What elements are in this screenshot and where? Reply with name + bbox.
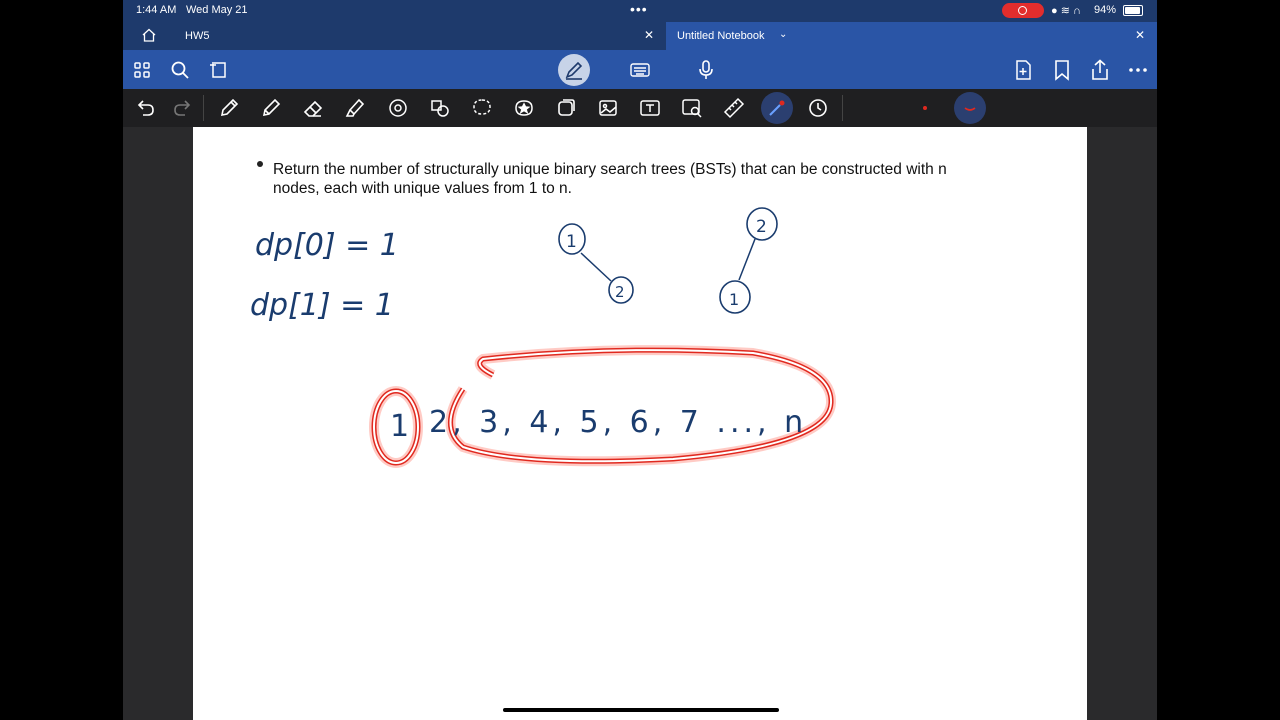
sequence-rest: 2, 3, 4, 5, 6, 7 ..., n: [429, 405, 807, 440]
image-search-icon[interactable]: [681, 97, 703, 119]
sequence-first: 1: [390, 409, 409, 444]
undo-icon[interactable]: [134, 97, 156, 119]
tab-hw5-label: HW5: [185, 30, 210, 42]
tree2-child-label: 1: [729, 290, 739, 309]
laser-pointer-selected[interactable]: [761, 92, 793, 124]
chevron-down-icon[interactable]: ⌄: [779, 29, 787, 40]
ruler-icon[interactable]: [723, 97, 745, 119]
redo-icon[interactable]: [172, 97, 194, 119]
battery-percent: 94%: [1094, 4, 1117, 16]
tree1-child-label: 2: [615, 283, 625, 301]
laser-style-button[interactable]: [954, 92, 986, 124]
timer-icon[interactable]: [807, 97, 829, 119]
laser-trail-icon: [964, 107, 976, 111]
tab-untitled-notebook[interactable]: Untitled Notebook ⌄ ✕: [666, 22, 1157, 50]
tab-bar: HW5 ✕ Untitled Notebook ⌄ ✕: [123, 22, 1157, 50]
laser-pointer-icon: [769, 100, 785, 116]
eraser-shape-icon[interactable]: [429, 97, 451, 119]
lasso-bookmark-icon[interactable]: [208, 59, 230, 81]
notebook-toolbar: [123, 50, 1157, 89]
drawing-toolbar: [123, 89, 1157, 127]
tab-untitled-close-icon[interactable]: ✕: [1135, 28, 1145, 42]
shapes-icon[interactable]: [387, 97, 409, 119]
ipad-screen: 1:44 AM Wed May 21 ••• ● ≋ ∩ 94% HW5 ✕ U…: [123, 0, 1157, 720]
textbox-icon[interactable]: [639, 97, 661, 119]
microphone-icon[interactable]: [695, 59, 717, 81]
status-date: Wed May 21: [186, 4, 248, 16]
more-icon[interactable]: [1127, 59, 1149, 81]
tree1-root-label: 1: [566, 232, 577, 252]
handwriting-layer: dp[0] = 1 dp[1] = 1 1 2 2 1 1 2, 3, 4, 5…: [250, 207, 836, 468]
keyboard-icon[interactable]: [629, 59, 651, 81]
screen-recording-icon[interactable]: [1002, 3, 1044, 18]
pen-icon[interactable]: [218, 97, 240, 119]
image-icon[interactable]: [597, 97, 619, 119]
highlighter-icon[interactable]: [344, 97, 366, 119]
share-icon[interactable]: [1089, 59, 1111, 81]
battery-icon: [1123, 5, 1143, 16]
toolbar-divider: [842, 95, 843, 121]
status-time: 1:44 AM: [136, 4, 177, 16]
multitasking-dots-icon[interactable]: •••: [630, 1, 648, 17]
laser-color-dot[interactable]: [923, 106, 927, 110]
pen-mode-button[interactable]: [558, 54, 590, 86]
tab-hw5[interactable]: HW5 ✕: [123, 22, 663, 50]
search-icon[interactable]: [169, 59, 191, 81]
home-icon[interactable]: [142, 28, 156, 42]
handwriting-dp0: dp[0] = 1: [255, 228, 399, 263]
tab-hw5-close-icon[interactable]: ✕: [644, 28, 654, 42]
bst-tree-2: 2 1: [719, 207, 778, 314]
grid-icon[interactable]: [131, 59, 153, 81]
handwriting-dp1: dp[1] = 1: [250, 288, 394, 323]
bst-tree-1: 1 2: [558, 223, 634, 304]
wifi-headphones-icon: ● ≋ ∩: [1051, 5, 1081, 17]
tree2-root-label: 2: [756, 217, 767, 237]
notebook-page[interactable]: Return the number of structurally unique…: [193, 127, 1087, 720]
tab-untitled-label: Untitled Notebook: [677, 30, 765, 42]
add-page-icon[interactable]: [1012, 59, 1034, 81]
status-bar: 1:44 AM Wed May 21 ••• ● ≋ ∩ 94%: [123, 0, 1157, 22]
home-indicator[interactable]: [503, 708, 779, 712]
pen-mode-icon: [565, 61, 583, 80]
eraser-icon[interactable]: [302, 97, 324, 119]
bookmark-icon[interactable]: [1051, 59, 1073, 81]
sticker-icon[interactable]: [513, 97, 535, 119]
pencil-icon[interactable]: [260, 97, 282, 119]
toolbar-divider: [203, 95, 204, 121]
lasso-icon[interactable]: [471, 97, 493, 119]
element-icon[interactable]: [555, 97, 577, 119]
